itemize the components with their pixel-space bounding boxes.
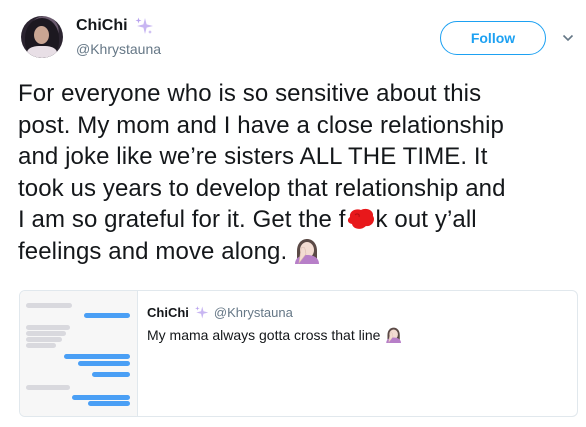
red-censor-blob-icon (347, 208, 374, 229)
tweet-text-segment: feelings and move along. (18, 237, 288, 265)
tweet-text-line: post. My mom and I have a close relation… (18, 111, 504, 139)
woman-facepalming-emoji (295, 238, 320, 264)
quoted-author-handle: @Khrystauna (213, 305, 293, 320)
avatar[interactable] (21, 16, 63, 58)
quoted-tweet-text: My mama always gotta cross that line (147, 327, 402, 343)
chevron-down-icon[interactable] (562, 32, 574, 44)
quoted-tweet-text-content: My mama always gotta cross that line (147, 327, 381, 343)
tweet-text-line: For everyone who is so sensitive about t… (18, 80, 482, 107)
author-name-row: ChiChi (76, 16, 154, 36)
tweet-text-line: and joke like we’re sisters ALL THE TIME… (18, 143, 488, 170)
woman-facepalming-emoji (386, 327, 402, 343)
tweet-text: For everyone who is so sensitive about t… (18, 78, 586, 267)
tweet-card: ChiChi @Khrystauna Follow For everyone w… (0, 0, 586, 427)
quoted-author-display-name: ChiChi (147, 305, 189, 320)
quoted-tweet[interactable]: ChiChi @Khrystauna My mama always gotta … (19, 290, 578, 417)
text-message-screenshot-thumbnail[interactable] (20, 291, 138, 416)
author-display-name[interactable]: ChiChi (76, 17, 128, 35)
tweet-text-line: feelings and move along. (18, 236, 586, 268)
follow-button[interactable]: Follow (440, 21, 546, 55)
tweet-text-segment: k out y’all (375, 206, 477, 233)
author-handle[interactable]: @Khrystauna (76, 41, 161, 57)
sparkles-icon (195, 306, 209, 319)
quoted-author-row: ChiChi @Khrystauna (147, 305, 293, 320)
tweet-text-line: I am so grateful for it. Get the f k out… (18, 204, 586, 236)
sparkles-icon (135, 17, 153, 34)
tweet-text-segment: I am so grateful for it. Get the f (18, 206, 346, 233)
tweet-text-line: took us years to develop that relationsh… (18, 174, 506, 202)
